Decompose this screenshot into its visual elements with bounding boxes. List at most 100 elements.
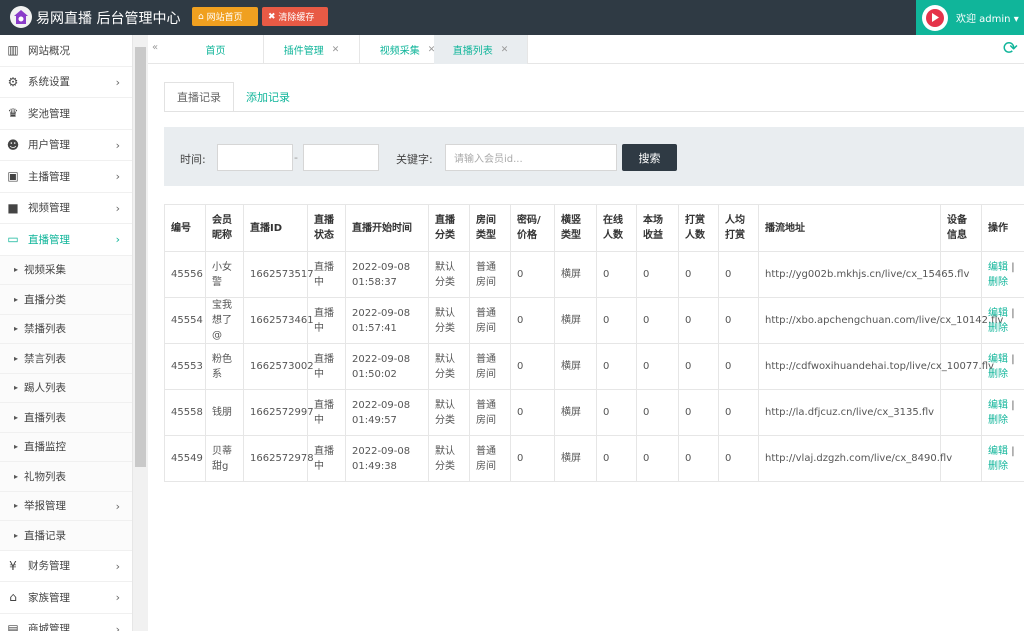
chevron-right-icon: › [115, 499, 120, 513]
brand-title: 易网直播 后台管理中心 [36, 11, 181, 27]
clear-cache-label: 清除缓存 [278, 13, 315, 23]
table-cell: http://yg002b.mkhjs.cn/live/cx_15465.flv [758, 251, 969, 298]
table-cell: 普通房间 [469, 251, 511, 298]
sidebar-item[interactable]: ☻ 用户管理 › [0, 130, 132, 161]
edit-link[interactable]: 编辑 [988, 446, 1008, 457]
separator: | [1011, 307, 1015, 319]
actions-cell: 编辑 | 删除 [981, 297, 1024, 344]
table-cell: 45556 [164, 251, 206, 298]
end-time-input[interactable] [303, 144, 379, 171]
table-cell: 0 [636, 297, 679, 344]
sidebar-subitem-label: 直播监控 [24, 441, 67, 454]
bullet-icon: ▸ [14, 501, 19, 511]
sidebar-item-label: 系统设置 [28, 76, 70, 89]
sidebar-subitem[interactable]: ▸ 直播监控 [0, 432, 132, 462]
refresh-icon[interactable]: ⟳ [1003, 38, 1018, 59]
sidebar-subitem-label: 礼物列表 [24, 470, 67, 483]
sidebar-subitem-label: 视频采集 [24, 264, 67, 277]
chevron-right-icon: › [115, 622, 120, 631]
column-header: 直播ID [243, 204, 308, 252]
table-cell: 横屏 [554, 389, 597, 436]
sidebar-subitem[interactable]: ▸ 禁言列表 [0, 344, 132, 374]
delete-link[interactable]: 删除 [988, 277, 1008, 288]
table-cell: 45553 [164, 343, 206, 390]
trophy-icon: ♛ [7, 106, 19, 121]
search-button[interactable]: 搜索 [622, 144, 677, 171]
table-cell: 粉色系 [205, 343, 244, 390]
edit-link[interactable]: 编辑 [988, 354, 1008, 365]
table-cell: 0 [678, 297, 719, 344]
scrollbar-thumb[interactable] [135, 47, 146, 467]
chevron-right-icon: › [115, 201, 120, 215]
table-cell: 直播中 [307, 251, 346, 298]
separator: | [1011, 353, 1015, 365]
table-cell: http://cdfwoxihuandehai.top/live/cx_1007… [758, 343, 994, 390]
home-icon: ⌂ [198, 11, 207, 22]
clear-cache-button[interactable]: ✖ 清除缓存 [262, 7, 328, 26]
edit-link[interactable]: 编辑 [988, 262, 1008, 273]
actions-cell: 编辑 | 删除 [981, 435, 1024, 482]
trash-icon: ✖ [268, 11, 279, 22]
tab-live-list[interactable]: 直播列表 ✕ [434, 35, 528, 64]
table-cell: http://vlaj.dzgzh.com/live/cx_8490.flv [758, 435, 952, 482]
bank-icon: ⌂ [9, 590, 17, 605]
table-cell: 0 [718, 343, 759, 390]
edit-link[interactable]: 编辑 [988, 308, 1008, 319]
sidebar-item[interactable]: ♛ 奖池管理 [0, 98, 132, 130]
delete-link[interactable]: 删除 [988, 461, 1008, 472]
start-time-input[interactable] [217, 144, 293, 171]
sidebar-item[interactable]: ▣ 主播管理 › [0, 161, 132, 193]
sidebar-subitem[interactable]: ▸ 踢人列表 [0, 373, 132, 403]
table-cell: 默认分类 [428, 389, 470, 436]
live-records-table: 编号 会员昵称 直播ID 直播状态 直播开始时间 直播分类 房间类型 密码/价格 横竖类型 在线人… [164, 204, 1024, 482]
table-cell: 默认分类 [428, 343, 470, 390]
tab-plugins[interactable]: 插件管理 ✕ [264, 35, 360, 64]
site-home-button[interactable]: ⌂ 网站首页 [192, 7, 258, 26]
delete-link[interactable]: 删除 [988, 323, 1008, 334]
sidebar-item[interactable]: ¥ 财务管理 › [0, 551, 132, 582]
sidebar-subitem-label: 禁播列表 [24, 323, 67, 336]
sidebar-scrollbar[interactable] [133, 35, 148, 631]
tab-home[interactable]: 首页 [168, 35, 264, 64]
bullet-icon: ▸ [14, 383, 19, 393]
sidebar-subitem[interactable]: ▸ 直播分类 [0, 285, 132, 315]
table-cell: 0 [596, 251, 637, 298]
keyword-input[interactable]: 请输入会员id... [445, 144, 617, 171]
sidebar-item-label: 视频管理 [28, 202, 70, 215]
table-cell: 0 [636, 435, 679, 482]
table-cell: 45558 [164, 389, 206, 436]
table-cell: 0 [510, 343, 555, 390]
tab-scroll-left-icon[interactable]: « [152, 42, 158, 53]
chevron-right-icon: › [115, 170, 120, 183]
edit-link[interactable]: 编辑 [988, 400, 1008, 411]
sidebar-subitem[interactable]: ▸ 直播列表 [0, 403, 132, 433]
sidebar-item[interactable]: ▤ 商城管理 › [0, 614, 132, 631]
sidebar-item[interactable]: ▭ 直播管理 › [0, 224, 132, 256]
subtab-live-records[interactable]: 直播记录 [164, 82, 234, 112]
sidebar-item[interactable]: ⌂ 家族管理 › [0, 582, 132, 614]
sidebar-item[interactable]: ■ 视频管理 › [0, 193, 132, 224]
sidebar-subitem[interactable]: ▸ 直播记录 [0, 521, 132, 551]
close-icon[interactable]: ✕ [332, 45, 340, 55]
table-cell: 2022-09-08 01:50:02 [345, 343, 429, 390]
bullet-icon: ▸ [14, 471, 19, 481]
delete-link[interactable]: 删除 [988, 415, 1008, 426]
sidebar-subitem[interactable]: ▸ 禁播列表 [0, 314, 132, 344]
sidebar-item[interactable]: ⚙ 系统设置 › [0, 67, 132, 98]
sidebar-subitem[interactable]: ▸ 礼物列表 [0, 462, 132, 492]
sidebar-item[interactable]: ▥ 网站概况 [0, 35, 132, 67]
close-icon[interactable]: ✕ [501, 45, 509, 55]
table-cell: 0 [678, 343, 719, 390]
column-header: 设备信息 [940, 204, 982, 252]
subtab-add-record[interactable]: 添加记录 [234, 82, 302, 112]
column-header: 本场收益 [636, 204, 679, 252]
separator: | [1011, 261, 1015, 273]
sidebar-subitem[interactable]: ▸ 视频采集 [0, 255, 132, 285]
column-header: 打赏人数 [678, 204, 719, 252]
table-row: 45558 钱朋 1662572997 直播中 2022-09-08 01:49:57 默… [164, 389, 1024, 436]
delete-link[interactable]: 删除 [988, 369, 1008, 380]
sidebar-subitem[interactable]: ▸ 举报管理 › [0, 491, 132, 521]
avatar [922, 4, 948, 31]
chevron-right-icon: › [115, 75, 120, 89]
user-menu[interactable]: 欢迎 admin ▾ [916, 0, 1024, 35]
